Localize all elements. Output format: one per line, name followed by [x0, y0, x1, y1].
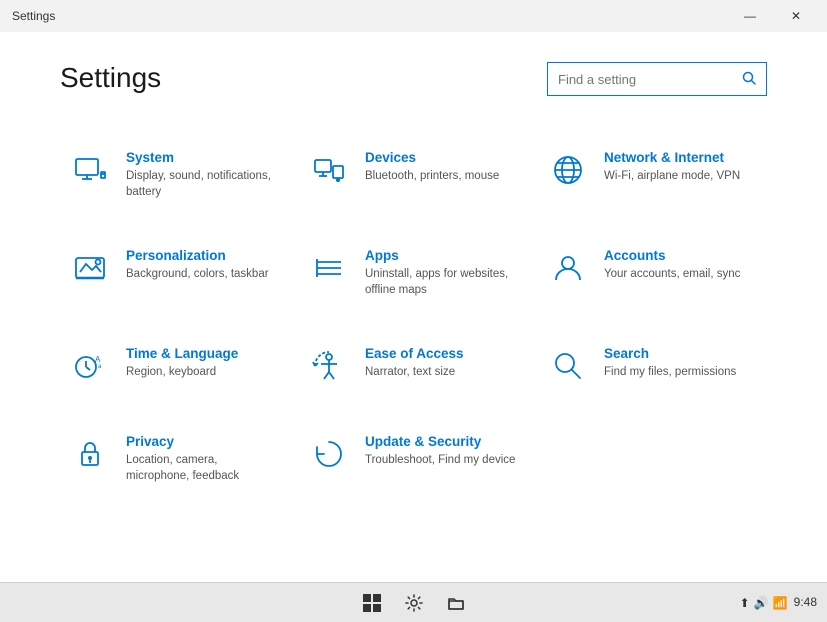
- apps-title: Apps: [365, 248, 518, 263]
- search-icon: [742, 71, 756, 88]
- accounts-title: Accounts: [604, 248, 757, 263]
- setting-item-personalization[interactable]: Personalization Background, colors, task…: [60, 234, 289, 312]
- setting-item-network[interactable]: Network & Internet Wi-Fi, airplane mode,…: [538, 136, 767, 214]
- settings-grid: System Display, sound, notifications, ba…: [60, 136, 767, 499]
- search-desc: Find my files, permissions: [604, 364, 757, 380]
- personalization-title: Personalization: [126, 248, 279, 263]
- search-text: Search Find my files, permissions: [604, 346, 757, 380]
- setting-item-time[interactable]: A a Time & Language Region, keyboard: [60, 332, 289, 400]
- page-title: Settings: [60, 62, 161, 94]
- network-title: Network & Internet: [604, 150, 757, 165]
- update-icon: [309, 434, 349, 474]
- svg-text:A: A: [95, 355, 101, 364]
- settings-taskbar-icon[interactable]: [398, 587, 430, 619]
- system-tray: ⬆ 🔊 📶: [740, 596, 788, 610]
- setting-item-search[interactable]: Search Find my files, permissions: [538, 332, 767, 400]
- tray-icon-1: ⬆: [740, 596, 750, 610]
- tray-icon-2: 🔊: [754, 596, 769, 610]
- svg-text:a: a: [98, 364, 102, 370]
- network-icon: [548, 150, 588, 190]
- update-text: Update & Security Troubleshoot, Find my …: [365, 434, 518, 468]
- system-title: System: [126, 150, 279, 165]
- apps-icon: [309, 248, 349, 288]
- devices-title: Devices: [365, 150, 518, 165]
- time-icon: A a: [70, 346, 110, 386]
- time-text: Time & Language Region, keyboard: [126, 346, 279, 380]
- time-desc: Region, keyboard: [126, 364, 279, 380]
- setting-item-devices[interactable]: Devices Bluetooth, printers, mouse: [299, 136, 528, 214]
- setting-item-accounts[interactable]: Accounts Your accounts, email, sync: [538, 234, 767, 312]
- close-button[interactable]: ✕: [773, 0, 819, 32]
- taskbar: ⬆ 🔊 📶 9:48: [0, 582, 827, 622]
- tray-icon-3: 📶: [773, 596, 788, 610]
- apps-text: Apps Uninstall, apps for websites, offli…: [365, 248, 518, 298]
- network-text: Network & Internet Wi-Fi, airplane mode,…: [604, 150, 757, 184]
- title-bar: Settings — ✕: [0, 0, 827, 32]
- system-text: System Display, sound, notifications, ba…: [126, 150, 279, 200]
- accounts-text: Accounts Your accounts, email, sync: [604, 248, 757, 282]
- personalization-icon: [70, 248, 110, 288]
- taskbar-center: [356, 587, 472, 619]
- minimize-button[interactable]: —: [727, 0, 773, 32]
- taskbar-right: ⬆ 🔊 📶 9:48: [740, 595, 817, 611]
- privacy-desc: Location, camera, microphone, feedback: [126, 452, 279, 484]
- search-title: Search: [604, 346, 757, 361]
- system-icon: [70, 150, 110, 190]
- devices-icon: [309, 150, 349, 190]
- search-box: [547, 62, 767, 96]
- file-explorer-icon[interactable]: [440, 587, 472, 619]
- window-controls: — ✕: [727, 0, 819, 32]
- main-content: Settings: [0, 32, 827, 582]
- ease-text: Ease of Access Narrator, text size: [365, 346, 518, 380]
- personalization-desc: Background, colors, taskbar: [126, 266, 279, 282]
- network-desc: Wi-Fi, airplane mode, VPN: [604, 168, 757, 184]
- page-header: Settings: [60, 62, 767, 96]
- setting-item-update[interactable]: Update & Security Troubleshoot, Find my …: [299, 420, 528, 498]
- time-title: Time & Language: [126, 346, 279, 361]
- ease-icon: [309, 346, 349, 386]
- system-desc: Display, sound, notifications, battery: [126, 168, 279, 200]
- setting-item-apps[interactable]: Apps Uninstall, apps for websites, offli…: [299, 234, 528, 312]
- personalization-text: Personalization Background, colors, task…: [126, 248, 279, 282]
- start-icon[interactable]: [356, 587, 388, 619]
- apps-desc: Uninstall, apps for websites, offline ma…: [365, 266, 518, 298]
- privacy-title: Privacy: [126, 434, 279, 449]
- ease-title: Ease of Access: [365, 346, 518, 361]
- setting-item-system[interactable]: System Display, sound, notifications, ba…: [60, 136, 289, 214]
- devices-text: Devices Bluetooth, printers, mouse: [365, 150, 518, 184]
- taskbar-time: 9:48: [794, 595, 817, 611]
- privacy-text: Privacy Location, camera, microphone, fe…: [126, 434, 279, 484]
- devices-desc: Bluetooth, printers, mouse: [365, 168, 518, 184]
- setting-item-ease[interactable]: Ease of Access Narrator, text size: [299, 332, 528, 400]
- search-settings-icon: [548, 346, 588, 386]
- search-input[interactable]: [558, 72, 738, 87]
- accounts-desc: Your accounts, email, sync: [604, 266, 757, 282]
- accounts-icon: [548, 248, 588, 288]
- update-desc: Troubleshoot, Find my device: [365, 452, 518, 468]
- setting-item-privacy[interactable]: Privacy Location, camera, microphone, fe…: [60, 420, 289, 498]
- app-title: Settings: [12, 9, 55, 23]
- update-title: Update & Security: [365, 434, 518, 449]
- ease-desc: Narrator, text size: [365, 364, 518, 380]
- privacy-icon: [70, 434, 110, 474]
